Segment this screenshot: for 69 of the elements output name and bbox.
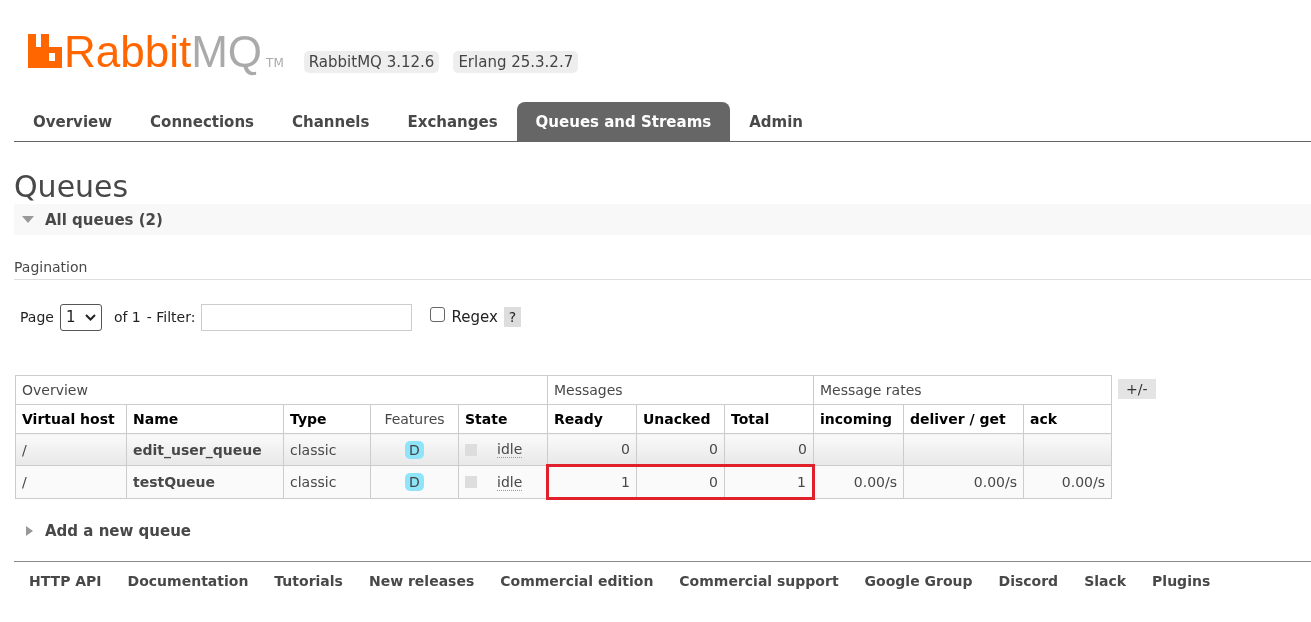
- nav-tab[interactable]: Exchanges: [388, 102, 517, 141]
- nav-tab[interactable]: Connections: [131, 102, 274, 141]
- column-header: Total: [724, 404, 814, 434]
- nav-tab[interactable]: Queues and Streams: [516, 102, 731, 141]
- queue-name-link[interactable]: edit_user_queue: [126, 433, 284, 466]
- state-icon: [465, 476, 477, 488]
- footer-link[interactable]: Tutorials: [274, 573, 343, 589]
- table-cell: classic: [283, 465, 371, 499]
- rabbit-logo-icon: [28, 34, 62, 68]
- footer-link[interactable]: Commercial support: [679, 573, 839, 589]
- footer-link[interactable]: Commercial edition: [500, 573, 654, 589]
- group-header: Message rates: [813, 375, 1112, 405]
- column-header: Features: [370, 404, 459, 434]
- help-button[interactable]: ?: [503, 307, 522, 327]
- queue-name-link[interactable]: testQueue: [126, 465, 284, 499]
- footer-link[interactable]: New releases: [368, 573, 475, 589]
- column-header: Unacked: [636, 404, 725, 434]
- columns-toggle-button[interactable]: +/-: [1118, 379, 1156, 399]
- footer-link[interactable]: Documentation: [127, 573, 249, 589]
- nav-tab[interactable]: Channels: [273, 102, 389, 141]
- chevron-down-icon: [84, 313, 96, 321]
- column-header: Type: [283, 404, 371, 434]
- column-header: Name: [126, 404, 284, 434]
- column-header: Ready: [547, 404, 637, 434]
- regex-label: Regex: [451, 308, 498, 326]
- footer-link[interactable]: HTTP API: [29, 573, 102, 589]
- table-cell: 0.00/s: [1023, 465, 1112, 499]
- footer-link[interactable]: Google Group: [864, 573, 973, 589]
- group-header: Messages: [547, 375, 814, 405]
- pagination-label: Pagination: [14, 259, 1311, 280]
- table-cell: /: [15, 465, 127, 499]
- column-header: incoming: [813, 404, 904, 434]
- table-cell: /: [15, 433, 127, 466]
- state-icon: [465, 443, 477, 456]
- regex-checkbox[interactable]: [430, 306, 446, 322]
- state-label: idle: [497, 441, 523, 458]
- durable-badge: D: [405, 440, 424, 459]
- table-cell: 0: [636, 465, 725, 499]
- column-header: deliver / get: [903, 404, 1024, 434]
- footer-link[interactable]: Plugins: [1152, 573, 1211, 589]
- table-cell: 1: [724, 465, 814, 499]
- page-count: of 1: [113, 309, 141, 325]
- table-cell: 0: [724, 433, 814, 466]
- filter-label: - Filter:: [146, 309, 196, 325]
- page-select[interactable]: 1: [59, 303, 102, 331]
- section-header[interactable]: All queues (2): [14, 204, 1311, 235]
- version-label: RabbitMQ 3.12.6: [303, 51, 440, 73]
- durable-badge: D: [405, 473, 424, 491]
- version-label: Erlang 25.3.2.7: [453, 51, 579, 73]
- page-title: Queues: [14, 170, 130, 204]
- footer-link[interactable]: Slack: [1084, 573, 1127, 589]
- footer-link[interactable]: Discord: [998, 573, 1059, 589]
- column-header: Virtual host: [15, 404, 127, 434]
- logo: RabbitMQ TM: [28, 20, 284, 74]
- table-cell: 0.00/s: [813, 465, 904, 499]
- table-cell: classic: [283, 433, 371, 466]
- table-cell: 0.00/s: [903, 465, 1024, 499]
- column-header: ack: [1023, 404, 1112, 434]
- nav-tab[interactable]: Admin: [730, 102, 822, 141]
- filter-field[interactable]: [201, 303, 413, 331]
- nav-tab[interactable]: Overview: [14, 102, 132, 141]
- section-header[interactable]: Add a new queue: [14, 522, 1311, 540]
- table-cell: 0: [636, 433, 725, 466]
- group-header: Overview: [15, 375, 548, 405]
- page-label: Page: [20, 309, 54, 325]
- table-cell: 0: [547, 433, 637, 466]
- state-label: idle: [497, 473, 523, 491]
- table-cell: 1: [547, 465, 637, 499]
- column-header: State: [458, 404, 548, 434]
